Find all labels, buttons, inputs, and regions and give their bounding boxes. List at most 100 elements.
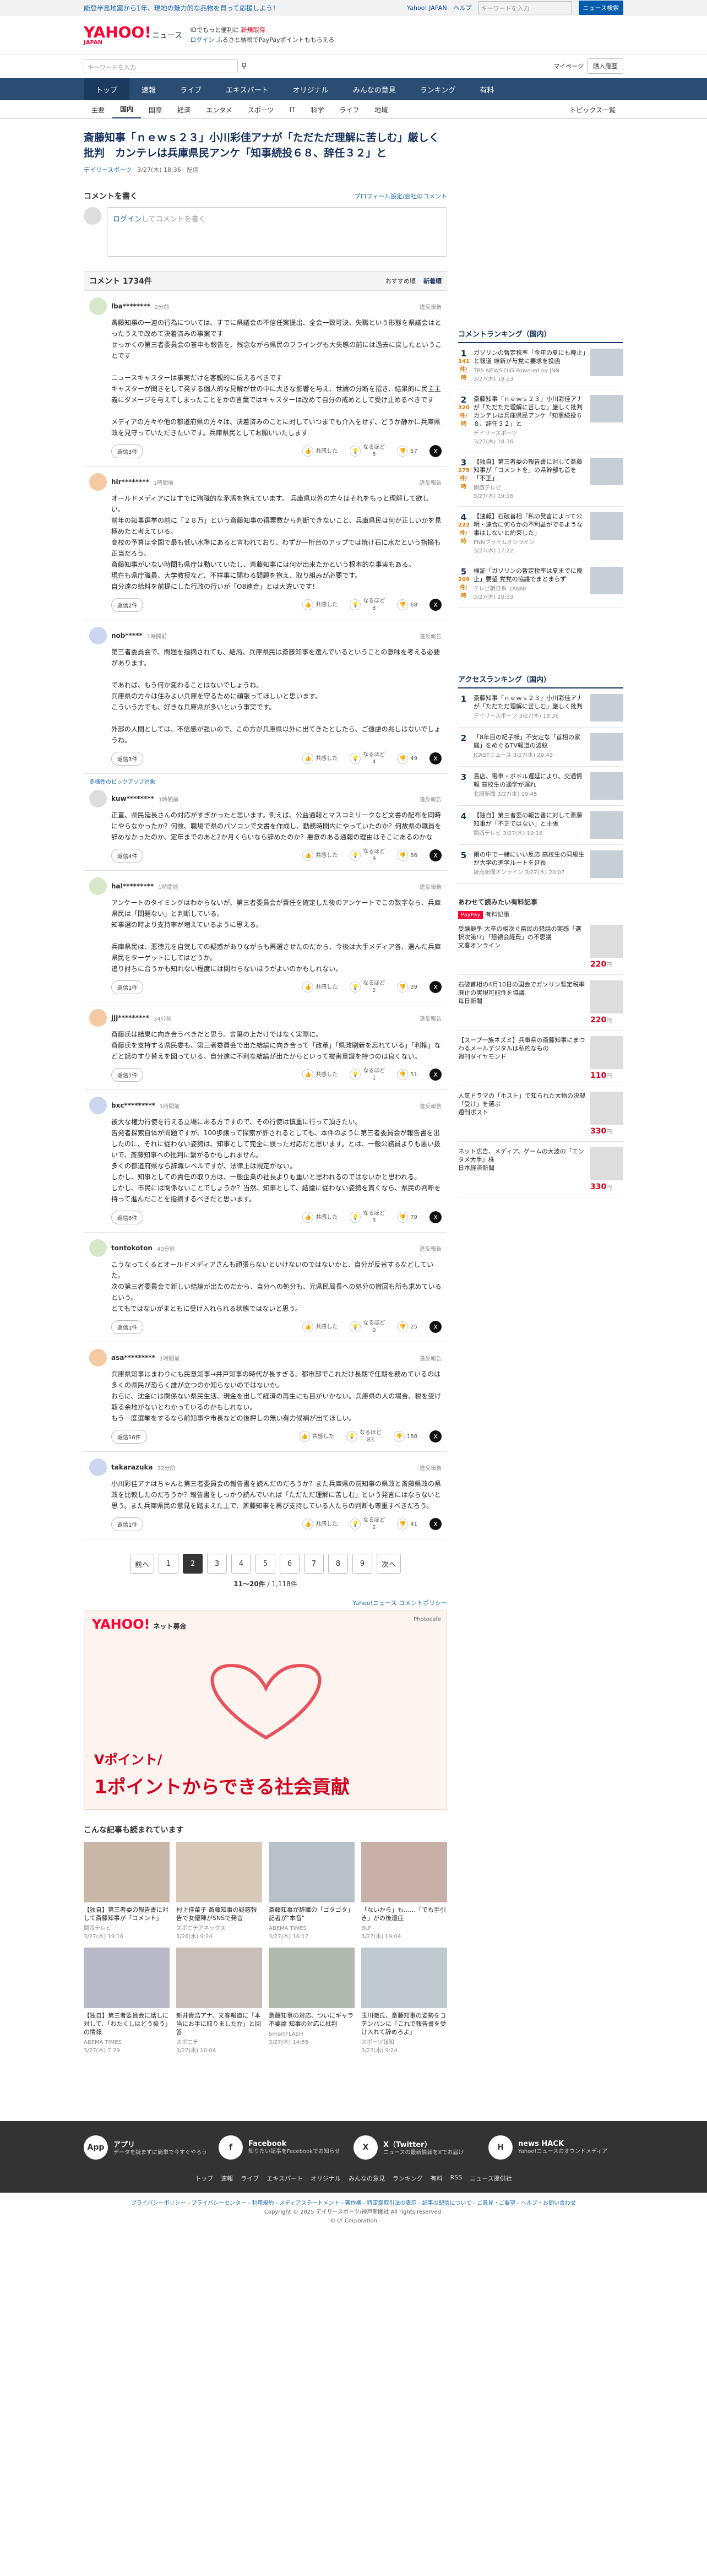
replies-button[interactable]: 返信2件 [111, 598, 144, 612]
replies-button[interactable]: 返信16件 [111, 1429, 147, 1444]
nav-paid[interactable]: 有料 [467, 78, 506, 100]
tab-science[interactable]: 科学 [303, 105, 331, 115]
understand-button[interactable]: 💡 なるほど 3 [350, 1210, 385, 1224]
avatar[interactable] [89, 790, 107, 807]
footer-nav-link[interactable]: ニュース提供社 [470, 2174, 512, 2183]
nav-top[interactable]: トップ [84, 78, 130, 100]
top-search-input[interactable]: キーワードを入力 [478, 1, 572, 14]
tab-entertainment[interactable]: エンタメ [198, 105, 240, 115]
empathize-button[interactable]: 👍 共感した [302, 1519, 338, 1530]
page-2-button[interactable]: 2 [183, 1554, 203, 1574]
avatar[interactable] [89, 297, 107, 315]
page-1-button[interactable]: 1 [159, 1554, 178, 1574]
avatar[interactable] [89, 877, 107, 895]
avatar[interactable] [89, 1458, 107, 1476]
footer-nav-link[interactable]: トップ [195, 2174, 213, 2183]
report-button[interactable]: 違反報告 [420, 795, 442, 803]
replies-button[interactable]: 返信3件 [111, 444, 144, 458]
comment-username[interactable]: takarazuka [111, 1463, 153, 1471]
avatar[interactable] [89, 1349, 107, 1366]
report-button[interactable]: 違反報告 [420, 1014, 442, 1022]
comment-ranking-item[interactable]: 3 275 件/時 【独自】第三者委の報告書に対して斎藤知事が「コメントを」の県幹部も… [458, 452, 623, 507]
understand-button[interactable]: 💡 なるほど 2 [350, 1517, 385, 1531]
disagree-button[interactable]: 👎 39 [397, 981, 417, 993]
paid-article-item[interactable]: 石破首相の4月10日の国会でガソリン暫定税率廃止の実現可能性を協議 毎日新聞 220… [458, 975, 623, 1031]
understand-button[interactable]: 💡 なるほど 0 [350, 1320, 385, 1334]
paid-article-item[interactable]: ネット広告、メディア、ゲームの大波の「エンタメ大手」株 日本経済新聞 330円 [458, 1142, 623, 1197]
nav-expert[interactable]: エキスパート [214, 78, 281, 100]
nav-opinion[interactable]: みんなの意見 [341, 78, 408, 100]
tab-life[interactable]: ライフ [331, 105, 367, 115]
article-title[interactable]: 斎藤知事「ｎｅｗｓ２３」小川彩佳アナが「ただただ理解に苦しむ」厳しく批判 カンテ… [84, 130, 447, 161]
avatar[interactable] [89, 1239, 107, 1257]
replies-button[interactable]: 返信4件 [111, 848, 144, 863]
ad-banner[interactable]: YAHOO! ネット募金 Photocafe Vポイント/ 1ポイントからできる社… [84, 1610, 447, 1810]
tab-international[interactable]: 国際 [141, 105, 170, 115]
also-read-card[interactable]: 村上佳菜子 斎藤知事の疑惑報告で女優陣がSNSで発言 スポニチアネックス 3/26(… [176, 1842, 262, 1941]
report-button[interactable]: 違反報告 [420, 632, 442, 640]
comment-username[interactable]: asa********* [111, 1354, 155, 1362]
search-icon[interactable]: ⚲ [241, 62, 247, 70]
disagree-button[interactable]: 👎 49 [397, 753, 417, 764]
footer-app-link[interactable]: App アプリ データを読まずに簡単で今すぐやろう [84, 2135, 208, 2160]
report-button[interactable]: 違反報告 [420, 478, 442, 486]
page-7-button[interactable]: 7 [304, 1554, 324, 1574]
disagree-button[interactable]: 👎 68 [397, 599, 417, 610]
x-share-icon[interactable]: X [429, 1069, 442, 1081]
replies-button[interactable]: 返信1件 [111, 1067, 144, 1082]
avatar[interactable] [89, 1097, 107, 1114]
comment-username[interactable]: hal********* [111, 882, 154, 890]
avatar[interactable] [89, 473, 107, 491]
understand-button[interactable]: 💡 なるほど 2 [350, 980, 385, 994]
next-page-button[interactable]: 次へ [377, 1554, 401, 1574]
comment-ranking-item[interactable]: 1 341 件/時 ガソリンの暫定税率「今年の夏にも廃止」と報道 維新が与党に要求を投… [458, 343, 623, 389]
report-button[interactable]: 違反報告 [420, 302, 442, 311]
comment-ranking-item[interactable]: 4 222 件/時 【速報】石破首相「私の発言によって公明・連合に何らかの不利益がでる… [458, 507, 623, 561]
disagree-button[interactable]: 👎 25 [397, 1321, 417, 1332]
report-button[interactable]: 違反報告 [420, 1102, 442, 1110]
replies-button[interactable]: 返信3件 [111, 751, 144, 766]
replies-button[interactable]: 返信1件 [111, 1320, 144, 1334]
footer-nav-link[interactable]: 有料 [431, 2174, 443, 2183]
prev-page-button[interactable]: 前へ [129, 1554, 154, 1574]
page-8-button[interactable]: 8 [328, 1554, 348, 1574]
comment-username[interactable]: kuw******** [111, 795, 154, 802]
avatar[interactable] [89, 627, 107, 644]
promo-link[interactable]: 能登半島地震から1年、現地の魅力的な品物を買って応援しよう！ [84, 3, 279, 13]
avatar[interactable] [89, 1009, 107, 1027]
footer-facebook-link[interactable]: f Facebook 知りたい記事をFacebookでお知らせ [219, 2135, 342, 2160]
topics-list-link[interactable]: トピックス一覧 [562, 105, 623, 115]
register-link[interactable]: 新規取得 [241, 26, 265, 34]
footer-nav-link[interactable]: エキスパート [267, 2174, 303, 2183]
footer-nav-link[interactable]: ライブ [241, 2174, 259, 2183]
nav-breaking[interactable]: 速報 [129, 78, 168, 100]
understand-button[interactable]: 💡 なるほど 1 [350, 1067, 385, 1082]
empathize-button[interactable]: 👍 共感した [302, 753, 338, 764]
understand-button[interactable]: 💡 なるほど 5 [350, 444, 385, 458]
login-link[interactable]: ログイン [190, 36, 214, 44]
mypage-link[interactable]: マイページ [553, 62, 584, 70]
tab-main[interactable]: 主要 [84, 105, 112, 115]
understand-button[interactable]: 💡 なるほど 4 [350, 751, 385, 766]
footer-nav-link[interactable]: オリジナル [311, 2174, 341, 2183]
yahoo-news-logo[interactable]: YAHOO! JAPAN [84, 22, 151, 48]
news-search-input[interactable]: キーワードを入力 [84, 59, 238, 73]
paid-article-item[interactable]: 【スープ一族ネズミ】兵庫県の斎藤知事にまつわるメールデジタルは私的なもの 週刊ダイ… [458, 1031, 623, 1086]
sort-recommended[interactable]: おすすめ順 [385, 276, 416, 285]
empathize-button[interactable]: 👍 共感した [302, 850, 338, 861]
disagree-button[interactable]: 👎 57 [397, 446, 417, 457]
also-read-card[interactable]: 斎藤知事が辞職の「ゴタゴタ」記者が"本音" ABEMA TIMES 3/27(木) … [269, 1842, 355, 1941]
also-read-card[interactable]: 斎藤知事の対応、ついにギャラ不要論 知事の対応に批判 SmartFLASH 3/27… [269, 1948, 355, 2055]
footer-nav-link[interactable]: ランキング [393, 2174, 423, 2183]
sort-newest[interactable]: 新着順 [423, 276, 442, 285]
x-share-icon[interactable]: X [429, 445, 442, 457]
page-6-button[interactable]: 6 [280, 1554, 300, 1574]
also-read-card[interactable]: 玉川徹氏、斎藤知事の姿勢をコテンパンに「これで報告書を受け入れて辞めろよ」 スポー… [361, 1948, 447, 2055]
also-read-card[interactable]: 【独自】第三者委の報告書に対して斎藤知事が「コメント」 関西テレビ 3/27(木) … [84, 1842, 170, 1941]
page-5-button[interactable]: 5 [255, 1554, 275, 1574]
empathize-button[interactable]: 👍 共感した [302, 1212, 338, 1223]
report-button[interactable]: 違反報告 [420, 1354, 442, 1362]
paid-article-item[interactable]: 人気ドラマの「ホスト」で知られた大物の決裂「受け」を選ぶ 週刊ポスト 330円 [458, 1086, 623, 1142]
also-read-card[interactable]: 【独自】第三者委員会に話しに対して、「わたくしはどう扱う」の情報 ABEMA TI… [84, 1948, 170, 2055]
page-4-button[interactable]: 4 [231, 1554, 251, 1574]
